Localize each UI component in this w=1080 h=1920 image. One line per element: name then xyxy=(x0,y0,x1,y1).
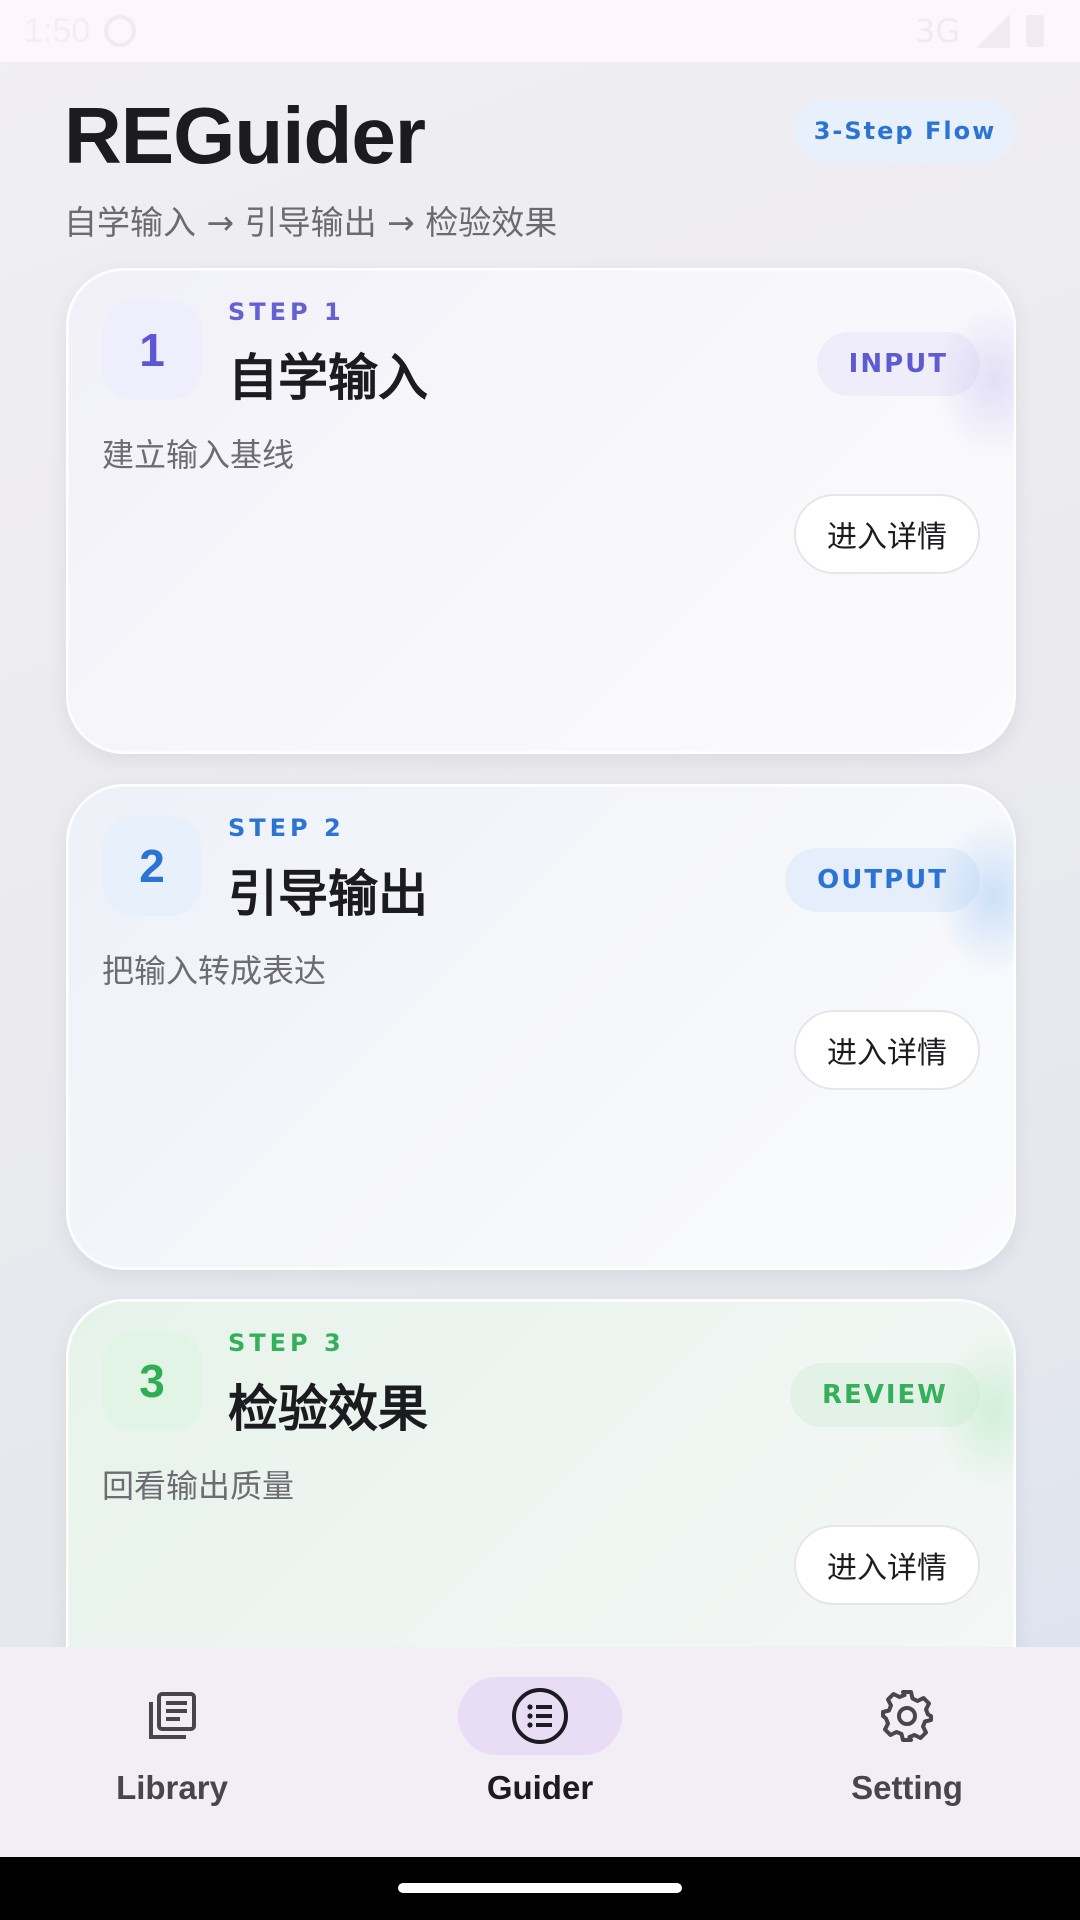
step-description: 回看输出质量 xyxy=(102,1467,295,1505)
step-number-badge: 2 xyxy=(102,816,202,916)
sync-icon xyxy=(104,15,137,47)
status-bar: 1:50 3G xyxy=(0,0,1080,62)
step-label: STEP 1 xyxy=(228,298,345,326)
enter-details-button[interactable]: 进入详情 xyxy=(794,1525,980,1605)
step-description: 把输入转成表达 xyxy=(102,952,327,990)
step-card-input[interactable]: 1 STEP 1 自学输入 INPUT 建立输入基线 进入详情 xyxy=(66,268,1016,754)
nav-label: Setting xyxy=(851,1769,963,1806)
nav-label: Library xyxy=(116,1769,228,1806)
list-icon xyxy=(512,1688,568,1744)
network-type: 3G xyxy=(914,12,960,50)
status-time: 1:50 xyxy=(24,11,137,51)
library-icon xyxy=(149,1692,196,1739)
nav-item-setting[interactable]: Setting xyxy=(757,1677,1057,1837)
header: REGuider 3-Step Flow 自学输入 → 引导输出 → 检验效果 xyxy=(64,84,1016,244)
enter-details-button[interactable]: 进入详情 xyxy=(794,494,980,574)
gesture-handle[interactable] xyxy=(398,1883,682,1893)
step-label: STEP 3 xyxy=(228,1329,345,1357)
step-card-output[interactable]: 2 STEP 2 引导输出 OUTPUT 把输入转成表达 进入详情 xyxy=(66,784,1016,1270)
step-title: 自学输入 xyxy=(228,349,428,407)
signal-icon xyxy=(976,14,1010,48)
system-gesture-bar xyxy=(0,1857,1080,1920)
nav-label: Guider xyxy=(486,1769,594,1806)
gear-icon xyxy=(881,1690,933,1742)
step-title: 检验效果 xyxy=(228,1380,428,1438)
battery-icon xyxy=(1026,15,1044,47)
nav-icon-container xyxy=(90,1677,254,1755)
enter-details-button[interactable]: 进入详情 xyxy=(794,1010,980,1090)
status-time-text: 1:50 xyxy=(24,11,91,50)
step-tag: OUTPUT xyxy=(785,848,980,912)
nav-item-guider[interactable]: Guider xyxy=(390,1677,690,1837)
nav-icon-container xyxy=(825,1677,989,1755)
flow-chip: 3-Step Flow xyxy=(794,100,1016,162)
nav-icon-container xyxy=(458,1677,622,1755)
step-description: 建立输入基线 xyxy=(102,436,295,474)
flow-subtitle: 自学输入 → 引导输出 → 检验效果 xyxy=(64,203,558,242)
nav-item-library[interactable]: Library xyxy=(22,1677,322,1837)
bottom-navigation: Library Guider Setting xyxy=(0,1647,1080,1857)
step-tag: INPUT xyxy=(816,332,980,396)
step-label: STEP 2 xyxy=(228,814,345,842)
status-icons: 3G xyxy=(915,12,1044,50)
step-number-badge: 1 xyxy=(102,300,202,400)
step-number-badge: 3 xyxy=(102,1331,202,1431)
app-title: REGuider xyxy=(64,91,426,180)
step-title: 引导输出 xyxy=(228,865,428,923)
step-tag: REVIEW xyxy=(789,1363,980,1427)
